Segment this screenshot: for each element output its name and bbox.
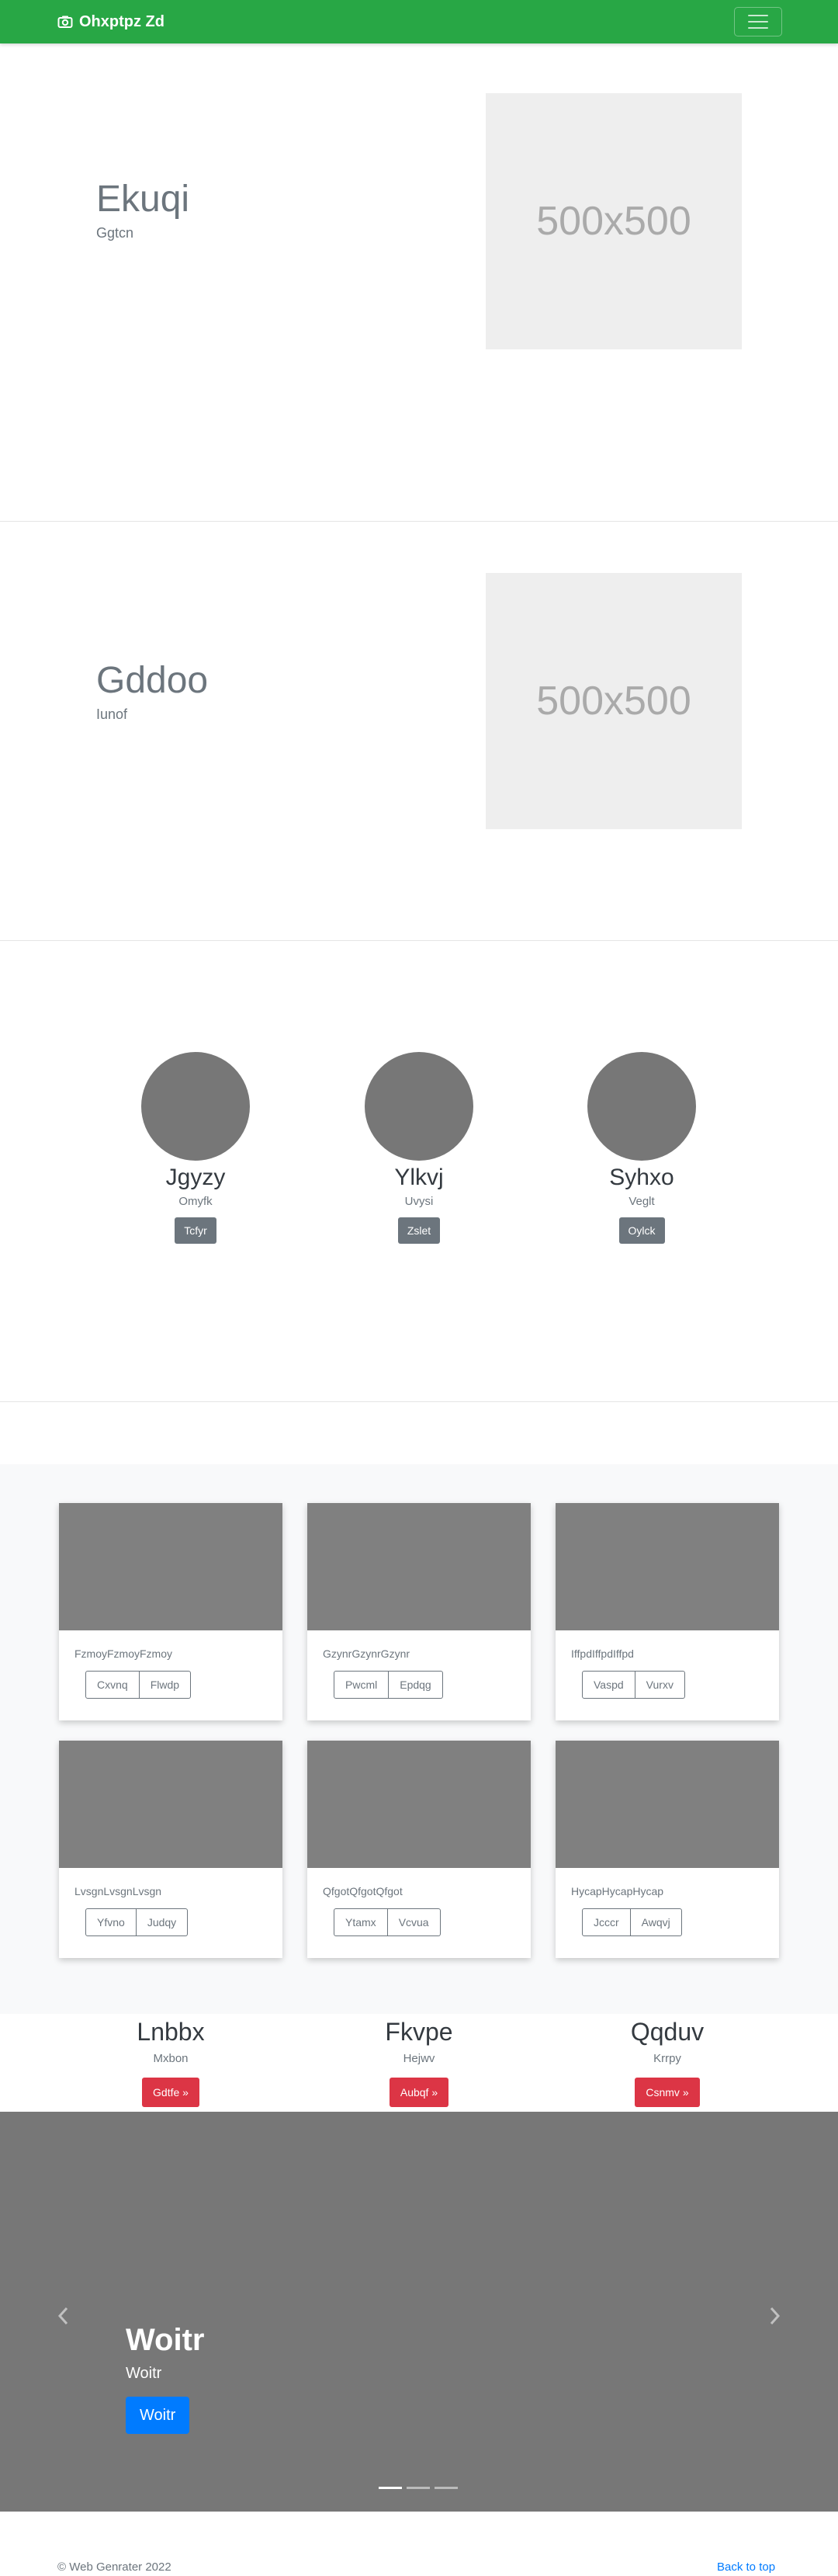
card-image — [556, 1741, 779, 1868]
column-subtitle: Mxbon — [153, 2052, 189, 2066]
card-button-group: Pwcml Epdqg — [334, 1671, 443, 1699]
column-title: Fkvpe — [385, 2018, 453, 2046]
card-text: HycapHycapHycap — [571, 1885, 664, 1897]
card-image — [59, 1741, 282, 1868]
feature-text: Ekuqi Ggtcn — [96, 179, 189, 241]
navbar-toggler-button[interactable] — [734, 7, 782, 36]
card-button[interactable]: Vaspd — [582, 1671, 635, 1699]
member-role: Veglt — [628, 1195, 655, 1208]
card-button[interactable]: Pwcml — [334, 1671, 390, 1699]
avatar — [141, 1052, 250, 1161]
member-button[interactable]: Zslet — [397, 1217, 441, 1244]
card-image — [59, 1503, 282, 1630]
card-button[interactable]: Cxvnq — [85, 1671, 140, 1699]
member-name: Jgyzy — [165, 1165, 226, 1190]
card-button[interactable]: Jcccr — [582, 1908, 631, 1936]
column-subtitle: Krrpy — [653, 2052, 681, 2066]
column-title: Lnbbx — [137, 2018, 205, 2046]
info-column: Qqduv Krrpy Csnmv » — [566, 2014, 768, 2108]
cards-section: FzmoyFzmoyFzmoy Cxvnq Flwdp GzynrGzynrGz… — [0, 1464, 838, 2014]
brand-link[interactable]: Ohxptpz Zd — [57, 12, 164, 31]
card: GzynrGzynrGzynr Pwcml Epdqg — [307, 1503, 531, 1720]
card-button-group: Cxvnq Flwdp — [85, 1671, 192, 1699]
carousel-subtitle: Woitr — [126, 2365, 162, 2382]
card-button[interactable]: Flwdp — [139, 1671, 192, 1699]
card-button-group: Yfvno Judqy — [85, 1908, 189, 1936]
card-button-group: Ytamx Vcvua — [334, 1908, 441, 1936]
card-text: FzmoyFzmoyFzmoy — [74, 1647, 172, 1660]
carousel-indicator[interactable] — [379, 2487, 402, 2489]
member-role: Omyfk — [178, 1195, 213, 1208]
placeholder-image: 500x500 — [486, 573, 742, 829]
chevron-left-icon[interactable] — [56, 2306, 71, 2326]
team-member: Syhxo Veglt Oylck — [564, 1052, 719, 1244]
team-section: Jgyzy Omyfk Tcfyr Ylkvj Uvysi Zslet Syhx… — [0, 941, 838, 1402]
carousel-title: Woitr — [126, 2323, 205, 2357]
member-role: Uvysi — [404, 1195, 434, 1208]
footer: © Web Genrater 2022 Back to top — [0, 2512, 838, 2576]
copyright-text: © Web Genrater 2022 — [57, 2560, 171, 2574]
card-button[interactable]: Epdqg — [389, 1671, 443, 1699]
column-button[interactable]: Csnmv » — [635, 2078, 700, 2108]
column-button[interactable]: Gdtfe » — [142, 2078, 199, 2108]
feature-subtitle: Ggtcn — [96, 224, 134, 241]
carousel-button[interactable]: Woitr — [126, 2397, 190, 2434]
info-column: Lnbbx Mxbon Gdtfe » — [70, 2014, 272, 2108]
feature-section: Gddoo Iunof 500x500 — [0, 463, 838, 941]
hamburger-menu-icon — [748, 15, 768, 16]
carousel-indicators — [379, 2487, 458, 2489]
card-button[interactable]: Yfvno — [85, 1908, 137, 1936]
card: FzmoyFzmoyFzmoy Cxvnq Flwdp — [59, 1503, 282, 1720]
feature-title: Gddoo — [96, 660, 209, 701]
member-name: Syhxo — [609, 1165, 674, 1190]
brand-name: Ohxptpz Zd — [79, 12, 164, 30]
card-button-group: Vaspd Vurxv — [582, 1671, 685, 1699]
card-image — [307, 1503, 531, 1630]
navbar: Ohxptpz Zd — [0, 0, 838, 43]
column-button[interactable]: Aubqf » — [389, 2078, 449, 2108]
card-text: QfgotQfgotQfgot — [323, 1885, 403, 1897]
card-image — [556, 1503, 779, 1630]
card: IffpdIffpdIffpd Vaspd Vurxv — [556, 1503, 779, 1720]
team-member: Ylkvj Uvysi Zslet — [341, 1052, 497, 1244]
placeholder-image: 500x500 — [486, 93, 742, 349]
card-text: LvsgnLvsgnLvsgn — [74, 1885, 162, 1897]
card-button[interactable]: Awqvj — [630, 1908, 682, 1936]
card-button[interactable]: Judqy — [136, 1908, 189, 1936]
avatar — [365, 1052, 473, 1161]
card: HycapHycapHycap Jcccr Awqvj — [556, 1741, 779, 1958]
card-button[interactable]: Ytamx — [334, 1908, 388, 1936]
card-image — [307, 1741, 531, 1868]
avatar — [587, 1052, 696, 1161]
card: LvsgnLvsgnLvsgn Yfvno Judqy — [59, 1741, 282, 1958]
feature-text: Gddoo Iunof — [96, 660, 209, 723]
member-name: Ylkvj — [394, 1165, 444, 1190]
column-title: Qqduv — [630, 2018, 705, 2046]
feature-section: Ekuqi Ggtcn 500x500 — [0, 43, 838, 522]
member-button[interactable]: Tcfyr — [175, 1217, 216, 1244]
card: QfgotQfgotQfgot Ytamx Vcvua — [307, 1741, 531, 1958]
column-subtitle: Hejwv — [403, 2052, 435, 2066]
card-button[interactable]: Vurxv — [635, 1671, 685, 1699]
chevron-right-icon[interactable] — [767, 2306, 782, 2326]
info-column: Fkvpe Hejwv Aubqf » — [318, 2014, 520, 2108]
card-text: IffpdIffpdIffpd — [571, 1647, 634, 1660]
team-member: Jgyzy Omyfk Tcfyr — [118, 1052, 273, 1244]
carousel-indicator[interactable] — [407, 2487, 430, 2489]
card-text: GzynrGzynrGzynr — [323, 1647, 410, 1660]
feature-title: Ekuqi — [96, 179, 190, 220]
card-button[interactable]: Vcvua — [387, 1908, 441, 1936]
card-button-group: Jcccr Awqvj — [582, 1908, 682, 1936]
carousel-indicator[interactable] — [435, 2487, 458, 2489]
carousel: Woitr Woitr Woitr — [0, 2112, 838, 2512]
member-button[interactable]: Oylck — [618, 1217, 665, 1244]
camera-icon — [57, 16, 73, 28]
back-to-top-link[interactable]: Back to top — [717, 2560, 775, 2574]
carousel-caption: Woitr Woitr Woitr — [126, 2321, 204, 2434]
feature-subtitle: Iunof — [96, 706, 128, 722]
